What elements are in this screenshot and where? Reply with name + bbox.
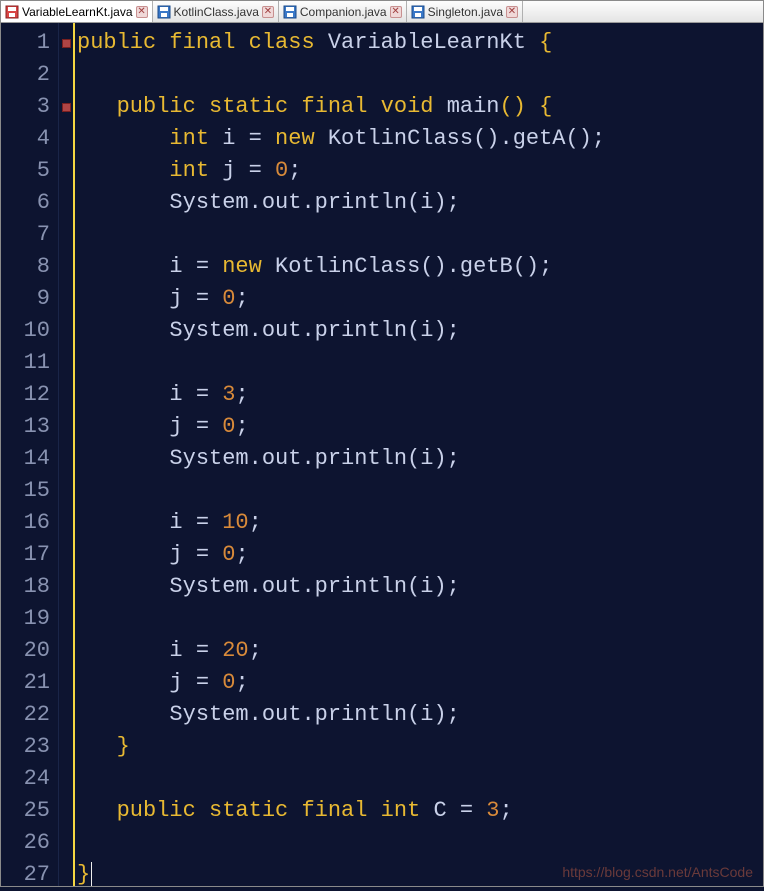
code-line: j = 0; [75,667,763,699]
close-icon[interactable]: ✕ [136,6,148,18]
tab-companion[interactable]: Companion.java ✕ [279,1,407,22]
code-line: System.out.println(i); [75,443,763,475]
line-number: 6 [1,187,58,219]
save-icon [5,5,19,19]
code-line: System.out.println(i); [75,187,763,219]
code-content[interactable]: public final class VariableLearnKt { pub… [73,23,763,886]
tab-variablelearnkt[interactable]: VariableLearnKt.java ✕ [1,1,153,22]
line-number: 11 [1,347,58,379]
code-line: System.out.println(i); [75,571,763,603]
code-line: int j = 0; [75,155,763,187]
line-number: 23 [1,731,58,763]
code-line: j = 0; [75,283,763,315]
line-number: 12 [1,379,58,411]
line-number: 17 [1,539,58,571]
code-line: int i = new KotlinClass().getA(); [75,123,763,155]
save-icon [283,5,297,19]
close-icon[interactable]: ✕ [262,6,274,18]
code-line: public static final int C = 3; [75,795,763,827]
code-line [75,475,763,507]
editor-area[interactable]: 1 2 3 4 5 6 7 8 9 10 11 12 13 14 15 16 1… [1,23,763,886]
fold-gutter [59,23,73,886]
close-icon[interactable]: ✕ [506,6,518,18]
line-number: 21 [1,667,58,699]
code-line [75,347,763,379]
line-number-gutter: 1 2 3 4 5 6 7 8 9 10 11 12 13 14 15 16 1… [1,23,59,886]
code-line: System.out.println(i); [75,699,763,731]
line-number: 10 [1,315,58,347]
line-number: 4 [1,123,58,155]
code-line: public static final void main() { [75,91,763,123]
line-number: 19 [1,603,58,635]
tab-label: KotlinClass.java [174,5,259,19]
code-line [75,59,763,91]
code-line: i = 3; [75,379,763,411]
line-number: 3 [1,91,58,123]
cursor-icon [91,862,92,886]
line-number: 5 [1,155,58,187]
line-number: 16 [1,507,58,539]
line-number: 15 [1,475,58,507]
line-number: 20 [1,635,58,667]
tab-kotlinclass[interactable]: KotlinClass.java ✕ [153,1,279,22]
line-number: 2 [1,59,58,91]
code-line [75,763,763,795]
fold-toggle-icon[interactable] [62,103,71,112]
line-number: 27 [1,859,58,891]
code-line: j = 0; [75,539,763,571]
tab-label: VariableLearnKt.java [22,5,133,19]
line-number: 13 [1,411,58,443]
code-line: i = 20; [75,635,763,667]
tab-bar: VariableLearnKt.java ✕ KotlinClass.java … [1,1,763,23]
watermark-text: https://blog.csdn.net/AntsCode [562,864,753,880]
code-line: public final class VariableLearnKt { [75,27,763,59]
save-icon [411,5,425,19]
code-line: } [75,731,763,763]
tab-label: Companion.java [300,5,387,19]
code-line [75,603,763,635]
line-number: 7 [1,219,58,251]
line-number: 25 [1,795,58,827]
line-number: 1 [1,27,58,59]
tab-singleton[interactable]: Singleton.java ✕ [407,1,523,22]
code-line: j = 0; [75,411,763,443]
code-line [75,219,763,251]
code-line: i = 10; [75,507,763,539]
line-number: 14 [1,443,58,475]
line-number: 22 [1,699,58,731]
line-number: 9 [1,283,58,315]
code-line [75,827,763,859]
code-line: i = new KotlinClass().getB(); [75,251,763,283]
line-number: 18 [1,571,58,603]
tab-label: Singleton.java [428,5,503,19]
line-number: 24 [1,763,58,795]
code-line: System.out.println(i); [75,315,763,347]
save-icon [157,5,171,19]
line-number: 26 [1,827,58,859]
fold-toggle-icon[interactable] [62,39,71,48]
close-icon[interactable]: ✕ [390,6,402,18]
line-number: 8 [1,251,58,283]
